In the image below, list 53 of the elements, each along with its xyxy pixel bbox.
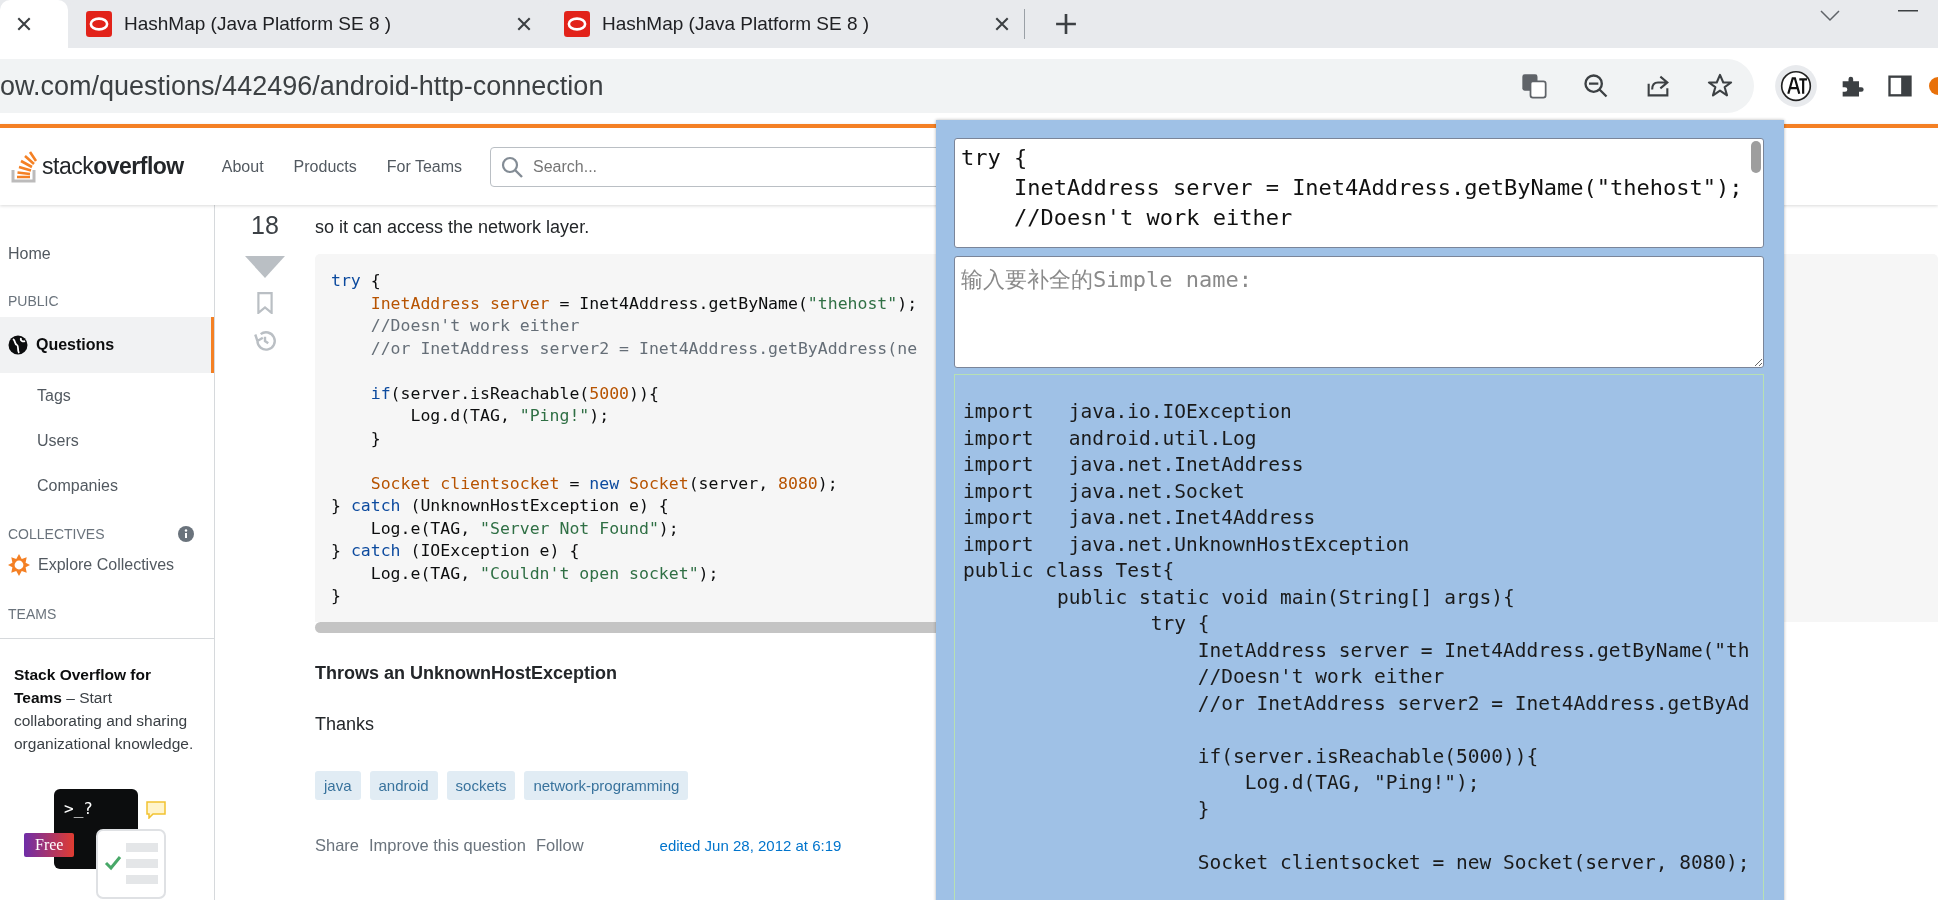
globe-icon: [8, 335, 28, 355]
post-action-link[interactable]: Improve this question: [369, 835, 526, 855]
collectives-star-icon: [8, 554, 30, 576]
zoom-out-icon[interactable]: [1582, 72, 1610, 100]
question-text: so it can access the network layer.: [315, 217, 590, 238]
code-input-field[interactable]: try { InetAddress server = Inet4Address.getByName("thehost"); //Doesn't work either: [954, 138, 1764, 248]
sidebar-item[interactable]: Tags: [0, 373, 214, 418]
close-icon[interactable]: [516, 16, 532, 32]
close-icon[interactable]: [994, 16, 1010, 32]
translate-icon[interactable]: [1520, 72, 1548, 100]
site-logo-text[interactable]: stackoverflow: [42, 153, 184, 180]
sidebar-item[interactable]: Home: [0, 233, 214, 275]
nav-link[interactable]: For Teams: [386, 157, 462, 176]
new-tab-icon[interactable]: [1055, 13, 1077, 35]
post-text: Thanks: [315, 713, 375, 735]
stack-logo-icon[interactable]: [10, 149, 40, 184]
chevron-down-icon[interactable]: [1820, 10, 1840, 22]
sidebar-item[interactable]: Users: [0, 418, 214, 463]
address-bar[interactable]: ow.com/questions/442496/android-http-connection: [0, 59, 1754, 113]
sidebar-heading: TEAMS: [8, 606, 57, 622]
search-icon: [500, 154, 524, 179]
extension-icon[interactable]: [1774, 64, 1818, 108]
url-text: ow.com/questions/442496/android-http-connection: [0, 70, 605, 102]
oracle-logo-icon: [564, 11, 590, 37]
edited-link[interactable]: edited Jun 28, 2012 at 6:19: [659, 836, 842, 854]
tag-chip[interactable]: sockets: [446, 770, 516, 800]
generated-code-output: import java.io.IOException import android.util.Log import java.net.InetAddress import java.net.Socket import java.net.Inet4Address import java.net.UnknownHostException public class Test{ public static void main(String[] args){ try { InetAddress server = Inet4Address.getByName("th //Doesn't work either //or InetAddress server2 = Inet4Address.getByAd if(server.isReachable(5000)){ Log.d(TAG, "Ping!"); } Socket clientsocket = new Socket(server, 8080);: [954, 374, 1764, 900]
nav-link[interactable]: Products: [293, 157, 357, 176]
tag-chip[interactable]: java: [315, 770, 361, 800]
post-action-link[interactable]: Share: [315, 835, 360, 855]
vote-count: 18: [251, 211, 279, 240]
close-icon[interactable]: [16, 16, 32, 32]
tab-title: HashMap (Java Platform SE 8 ): [124, 13, 393, 35]
free-badge: Free: [24, 833, 75, 857]
nav-link[interactable]: About: [221, 157, 264, 176]
info-icon[interactable]: [178, 526, 194, 542]
sidebar-item[interactable]: Companies: [0, 463, 214, 508]
tab-title: HashMap (Java Platform SE 8 ): [602, 13, 871, 35]
terminal-prompt: >_?: [64, 799, 93, 818]
tag-chip[interactable]: android: [369, 770, 438, 800]
name-input-field[interactable]: 输入要补全的Simple name:: [954, 256, 1764, 368]
oracle-logo-icon: [86, 11, 112, 37]
chat-bubble-icon: [146, 801, 166, 819]
tag-chip[interactable]: network-programming: [524, 770, 689, 800]
answer-heading: Throws an UnknownHostException: [315, 662, 618, 684]
sidebar-heading: PUBLIC: [8, 293, 59, 309]
minimize-icon[interactable]: [1898, 10, 1918, 12]
sidebar-item[interactable]: Questions: [0, 317, 214, 373]
sidebar-heading: COLLECTIVES: [8, 526, 105, 542]
post-action-link[interactable]: Follow: [535, 835, 584, 855]
sidebar-item[interactable]: Explore Collectives: [0, 550, 214, 588]
scrollbar-thumb[interactable]: [1751, 141, 1761, 173]
teams-promo-text: Stack Overflow for Teams – Start collaborating and sharing organizational knowledge.: [14, 665, 195, 754]
